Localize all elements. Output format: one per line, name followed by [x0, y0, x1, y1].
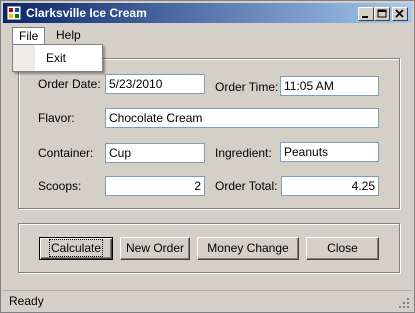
container-field[interactable]: Cup [105, 143, 205, 163]
new-order-button[interactable]: New Order [120, 237, 190, 260]
order-total-field[interactable]: 4.25 [281, 176, 379, 196]
menu-file[interactable]: File [12, 27, 46, 44]
minimize-button[interactable] [358, 7, 374, 21]
ingredient-label: Ingredient: [215, 146, 272, 160]
size-grip-icon[interactable] [398, 297, 410, 309]
close-window-button[interactable] [392, 7, 408, 21]
close-button-label: Close [327, 241, 358, 255]
order-total-label: Order Total: [215, 179, 278, 193]
menu-item-exit[interactable]: Exit [46, 51, 66, 65]
order-date-field[interactable]: 5/23/2010 [105, 74, 205, 94]
order-date-label: Order Date: [38, 77, 101, 91]
window-title: Clarksville Ice Cream [26, 6, 147, 20]
flavor-field[interactable]: Chocolate Cream [105, 108, 379, 128]
maximize-icon [377, 9, 387, 18]
scoops-field[interactable]: 2 [105, 176, 205, 196]
minimize-icon [362, 16, 368, 18]
menu-gutter [13, 45, 35, 71]
app-window: Clarksville Ice Cream File Help Exit Ord… [0, 0, 415, 313]
title-bar[interactable]: Clarksville Ice Cream [3, 3, 412, 23]
calculate-button[interactable]: Calculate [39, 237, 113, 260]
app-icon[interactable] [7, 6, 21, 20]
order-time-field[interactable]: 11:05 AM [280, 76, 379, 96]
money-change-button[interactable]: Money Change [197, 237, 299, 260]
money-change-button-label: Money Change [207, 241, 289, 255]
ingredient-field[interactable]: Peanuts [280, 142, 379, 162]
maximize-button[interactable] [374, 7, 390, 21]
order-time-label: Order Time: [215, 80, 279, 94]
close-icon [395, 9, 404, 18]
status-bar: Ready [3, 290, 412, 311]
new-order-button-label: New Order [125, 241, 184, 255]
container-label: Container: [38, 146, 94, 160]
flavor-label: Flavor: [38, 111, 75, 125]
close-button[interactable]: Close [306, 237, 379, 260]
menu-bar: File Help [3, 25, 412, 45]
status-text: Ready [9, 294, 44, 308]
scoops-label: Scoops: [38, 179, 82, 193]
menu-help[interactable]: Help [50, 27, 87, 44]
file-menu-dropdown: Exit [12, 44, 103, 72]
calculate-button-label: Calculate [48, 239, 104, 257]
